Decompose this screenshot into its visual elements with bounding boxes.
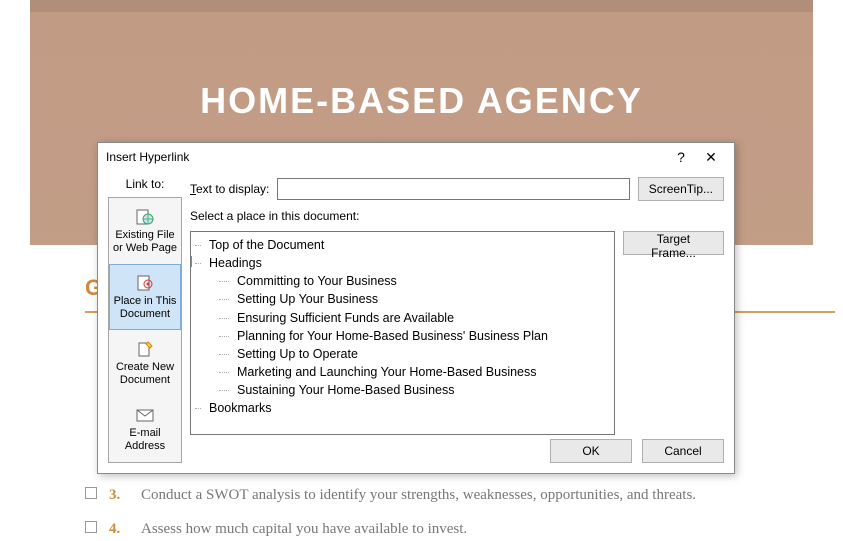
link-place-in-document-button[interactable]: Place in This Document [109, 264, 181, 330]
collapse-icon[interactable]: − [190, 256, 192, 267]
insert-hyperlink-dialog: Insert Hyperlink ? ✕ Link to: Existing F… [97, 142, 735, 474]
dialog-title: Insert Hyperlink [106, 150, 666, 164]
checkbox-icon [85, 487, 97, 499]
text-to-display-label: Text to display: [190, 182, 269, 196]
link-existing-file-button[interactable]: Existing File or Web Page [109, 198, 181, 264]
tree-area: Top of the Document − Headings Committin… [190, 231, 724, 435]
select-place-label: Select a place in this document: [190, 209, 724, 223]
list-row-4: 4. Assess how much capital you have avai… [85, 517, 793, 541]
envelope-icon [135, 406, 155, 424]
list-text: Assess how much capital you have availab… [141, 517, 467, 541]
link-create-new-button[interactable]: Create New Document [109, 330, 181, 396]
dialog-body: Link to: Existing File or Web Page Place… [98, 171, 734, 473]
link-createnew-label: Create New Document [112, 361, 178, 386]
document-place-tree[interactable]: Top of the Document − Headings Committin… [190, 231, 615, 435]
tree-item-headings[interactable]: − Headings Committing to Your Business S… [199, 254, 608, 399]
tree-item-heading[interactable]: Ensuring Sufficient Funds are Available [227, 309, 608, 327]
globe-file-icon [135, 208, 155, 226]
link-email-label: E-mail Address [112, 427, 178, 452]
checkbox-icon [85, 521, 97, 533]
screentip-button[interactable]: ScreenTip... [638, 177, 724, 201]
dialog-titlebar[interactable]: Insert Hyperlink ? ✕ [98, 143, 734, 171]
cancel-button[interactable]: Cancel [642, 439, 724, 463]
ok-button[interactable]: OK [550, 439, 632, 463]
tree-item-heading[interactable]: Setting Up to Operate [227, 345, 608, 363]
side-buttons: Target Frame... [623, 231, 724, 255]
list-text: Conduct a SWOT analysis to identify your… [141, 483, 696, 507]
close-button[interactable]: ✕ [696, 149, 726, 166]
link-to-column: Link to: Existing File or Web Page Place… [108, 177, 182, 463]
document-target-icon [135, 274, 155, 292]
tree-item-bookmarks[interactable]: Bookmarks [199, 399, 608, 417]
tree-item-heading[interactable]: Marketing and Launching Your Home-Based … [227, 363, 608, 381]
link-to-panel: Existing File or Web Page Place in This … [108, 197, 182, 463]
tree-item-heading[interactable]: Setting Up Your Business [227, 290, 608, 308]
hero-shadow [30, 0, 813, 12]
hero-title: HOME-BASED AGENCY [30, 0, 813, 122]
help-button[interactable]: ? [666, 149, 696, 165]
list-row-3: 3. Conduct a SWOT analysis to identify y… [85, 483, 793, 507]
list-number: 3. [109, 483, 129, 507]
dialog-main: Text to display: ScreenTip... Select a p… [190, 177, 724, 463]
tree-item-top[interactable]: Top of the Document [199, 236, 608, 254]
text-to-display-row: Text to display: ScreenTip... [190, 177, 724, 201]
link-email-button[interactable]: E-mail Address [109, 396, 181, 462]
tree-item-heading[interactable]: Committing to Your Business [227, 272, 608, 290]
new-document-icon [135, 340, 155, 358]
link-to-label: Link to: [108, 177, 182, 191]
target-frame-button[interactable]: Target Frame... [623, 231, 724, 255]
dialog-bottom-buttons: OK Cancel [550, 439, 724, 463]
tree-item-heading[interactable]: Sustaining Your Home-Based Business [227, 381, 608, 399]
link-place-label: Place in This Document [112, 295, 178, 320]
tree-item-heading[interactable]: Planning for Your Home-Based Business' B… [227, 327, 608, 345]
text-to-display-input[interactable] [277, 178, 629, 200]
link-existing-label: Existing File or Web Page [112, 229, 178, 254]
list-number: 4. [109, 517, 129, 541]
